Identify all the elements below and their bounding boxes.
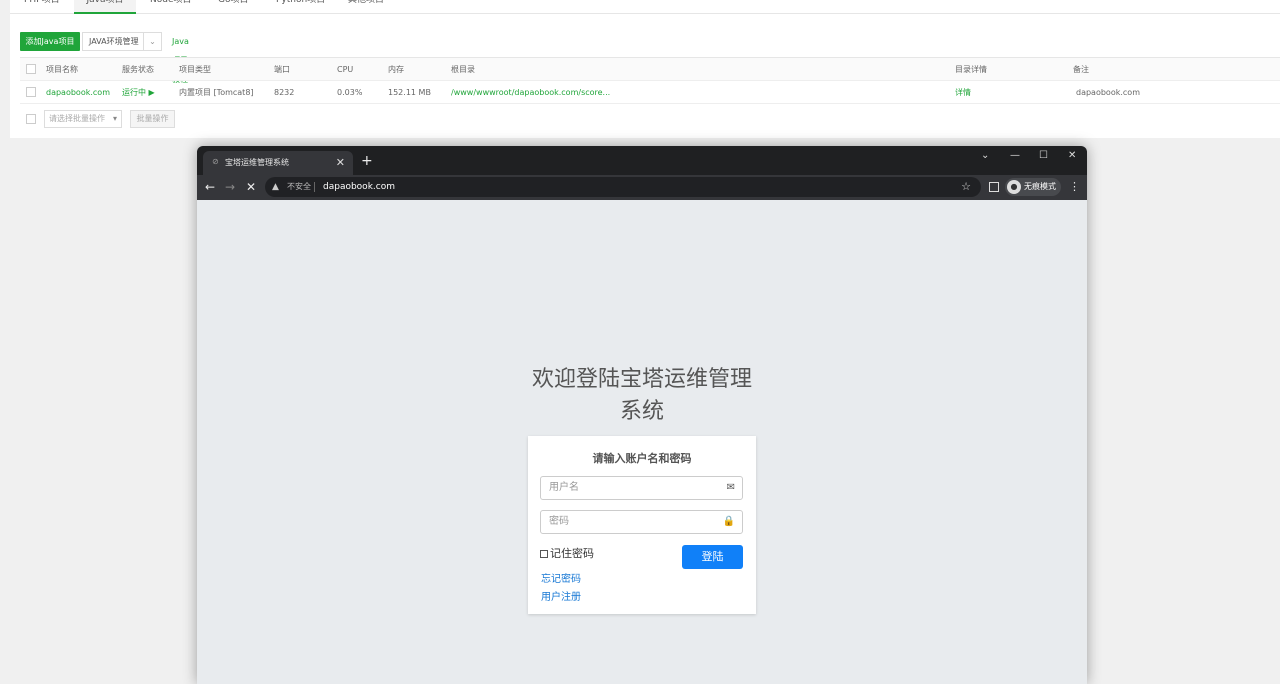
tab-go[interactable]: Go项目 (218, 0, 248, 14)
caret-down-icon: ▾ (112, 114, 117, 123)
envelope-icon: ✉ (726, 482, 735, 493)
tab-java[interactable]: Java项目 (74, 0, 136, 14)
username-placeholder: 用户名 (549, 482, 579, 493)
col-note: 备注 (1073, 65, 1089, 74)
details-link[interactable]: 详情 (955, 81, 971, 104)
maximize-icon[interactable]: ☐ (1039, 150, 1048, 162)
project-tabs: PHP项目 Java项目 Node项目 Go项目 Python项目 其他项目 (10, 0, 1280, 14)
login-card-title: 请输入账户名和密码 (592, 452, 692, 465)
project-table: 项目名称 服务状态 项目类型 端口 CPU 内存 根目录 目录详情 备注 dap… (20, 57, 1280, 104)
col-status: 服务状态 (122, 65, 154, 74)
welcome-line-2: 系统 (619, 399, 664, 424)
warning-icon[interactable]: ▲ (272, 177, 279, 197)
project-name-link[interactable]: dapaobook.com (46, 81, 110, 104)
row-checkbox[interactable] (26, 87, 36, 97)
insecure-label[interactable]: 不安全 (287, 177, 311, 197)
chevron-down-icon[interactable]: ⌄ (143, 33, 161, 50)
project-memory: 152.11 MB (388, 88, 431, 97)
incognito-icon: ● (1007, 180, 1021, 194)
forgot-password-link[interactable]: 忘记密码 (541, 570, 581, 585)
project-note[interactable]: dapaobook.com (1076, 81, 1140, 104)
project-type: 内置项目 [Tomcat8] (179, 88, 254, 97)
col-details: 目录详情 (955, 65, 987, 74)
project-port: 8232 (274, 88, 295, 97)
welcome-title: 欢迎登陆宝塔运维管理 系统 (497, 364, 787, 428)
incognito-label: 无痕模式 (1024, 182, 1056, 191)
tab-node[interactable]: Node项目 (150, 0, 192, 14)
address-bar[interactable]: ▲ 不安全 dapaobook.com ☆ (265, 177, 981, 197)
incognito-badge[interactable]: ● 无痕模式 (1005, 178, 1061, 196)
back-icon[interactable]: ← (205, 175, 215, 199)
project-cpu: 0.03% (337, 88, 363, 97)
password-field[interactable]: 密码 🔒 (540, 510, 743, 534)
side-panel-icon[interactable] (989, 182, 999, 192)
bookmark-star-icon[interactable]: ☆ (961, 177, 971, 197)
login-button[interactable]: 登陆 (682, 545, 743, 569)
new-tab-icon[interactable]: + (361, 152, 373, 170)
welcome-line-1: 欢迎登陆宝塔运维管理 (531, 367, 752, 392)
remember-checkbox[interactable] (540, 550, 548, 558)
close-tab-icon[interactable]: ✕ (336, 151, 345, 175)
batch-select[interactable]: 请选择批量操作 ▾ (44, 110, 122, 128)
login-card: 请输入账户名和密码 用户名 ✉ 密码 🔒 记住密码 登陆 忘记密码 用户注册 (528, 436, 756, 614)
browser-tab[interactable]: ⊘ 宝塔运维管理系统 ✕ (203, 151, 353, 175)
close-window-icon[interactable]: ✕ (1068, 150, 1076, 162)
tab-other[interactable]: 其他项目 (348, 0, 384, 14)
project-root-link[interactable]: /www/wwwroot/dapaobook.com/score... (451, 81, 610, 104)
tab-strip: ⊘ 宝塔运维管理系统 ✕ + ⌄ — ☐ ✕ (197, 146, 1087, 175)
col-root: 根目录 (451, 65, 475, 74)
batch-select-placeholder: 请选择批量操作 (49, 114, 105, 123)
batch-checkbox[interactable] (26, 114, 36, 124)
lock-icon: 🔒 (722, 516, 735, 527)
remember-password[interactable]: 记住密码 (540, 545, 594, 561)
col-type: 项目类型 (179, 65, 211, 74)
batch-button[interactable]: 批量操作 (130, 110, 175, 128)
more-menu-icon[interactable]: ⋮ (1069, 175, 1080, 199)
java-env-label: JAVA环境管理 (89, 37, 139, 46)
tab-php[interactable]: PHP项目 (24, 0, 60, 14)
remember-label: 记住密码 (550, 547, 594, 560)
stop-icon[interactable]: ✕ (246, 175, 256, 199)
tab-python[interactable]: Python项目 (276, 0, 325, 14)
bt-panel: PHP项目 Java项目 Node项目 Go项目 Python项目 其他项目 添… (10, 0, 1280, 138)
forward-icon[interactable]: → (225, 175, 235, 199)
browser-window: ⊘ 宝塔运维管理系统 ✕ + ⌄ — ☐ ✕ ← → ✕ ▲ 不安全 dapao… (197, 146, 1087, 684)
status-badge[interactable]: 运行中 ▶ (122, 81, 155, 104)
minimize-icon[interactable]: — (1010, 150, 1020, 162)
tab-search-icon[interactable]: ⌄ (981, 150, 989, 162)
col-port: 端口 (274, 65, 290, 74)
col-cpu: CPU (337, 65, 354, 74)
add-java-project-button[interactable]: 添加Java项目 (20, 32, 80, 51)
col-memory: 内存 (388, 65, 404, 74)
table-row[interactable]: dapaobook.com 运行中 ▶ 内置项目 [Tomcat8] 8232 … (20, 81, 1280, 104)
username-field[interactable]: 用户名 ✉ (540, 476, 743, 500)
register-link[interactable]: 用户注册 (541, 588, 581, 603)
java-env-button[interactable]: JAVA环境管理 ⌄ (82, 32, 162, 51)
password-placeholder: 密码 (549, 516, 569, 527)
select-all-checkbox[interactable] (26, 64, 36, 74)
browser-toolbar: ← → ✕ ▲ 不安全 dapaobook.com ☆ ● 无痕模式 ⋮ (197, 175, 1087, 200)
table-header: 项目名称 服务状态 项目类型 端口 CPU 内存 根目录 目录详情 备注 (20, 58, 1280, 81)
favicon-icon: ⊘ (212, 157, 219, 166)
divider (314, 182, 315, 192)
url-text[interactable]: dapaobook.com (323, 177, 395, 197)
col-name: 项目名称 (46, 65, 78, 74)
tab-title: 宝塔运维管理系统 (225, 158, 289, 167)
